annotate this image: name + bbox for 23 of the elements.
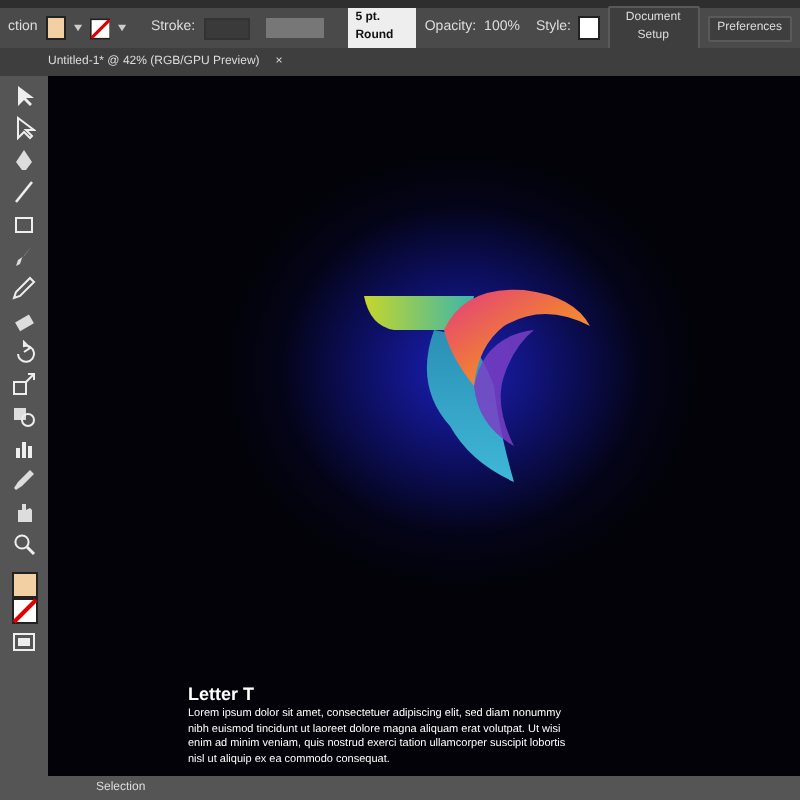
pen-icon[interactable] [12, 148, 36, 172]
shape-icon[interactable] [12, 404, 36, 428]
zoom-icon[interactable] [12, 532, 36, 556]
screen-mode-icon[interactable] [12, 632, 36, 652]
variable-width-field[interactable] [265, 18, 324, 38]
arrow-icon[interactable] [12, 116, 36, 140]
caret-icon[interactable] [118, 24, 127, 32]
caption-heading: Letter T [188, 681, 257, 708]
line-icon[interactable] [12, 180, 36, 204]
rotate-icon[interactable] [12, 340, 36, 364]
stroke-swatch[interactable] [11, 598, 37, 624]
eyedropper-icon[interactable] [12, 468, 36, 492]
hand-icon[interactable] [12, 500, 36, 524]
scale-icon[interactable] [12, 372, 36, 396]
graph-icon[interactable] [12, 436, 36, 460]
arrow-icon[interactable] [12, 84, 36, 108]
caret-icon[interactable] [73, 24, 82, 32]
stroke-swatch[interactable] [89, 15, 111, 41]
pencil-icon[interactable] [12, 276, 36, 300]
fill-swatch[interactable] [11, 572, 37, 598]
rectangle-icon[interactable] [12, 212, 36, 236]
style-swatch[interactable] [578, 16, 600, 40]
fill-swatch[interactable] [45, 16, 66, 40]
